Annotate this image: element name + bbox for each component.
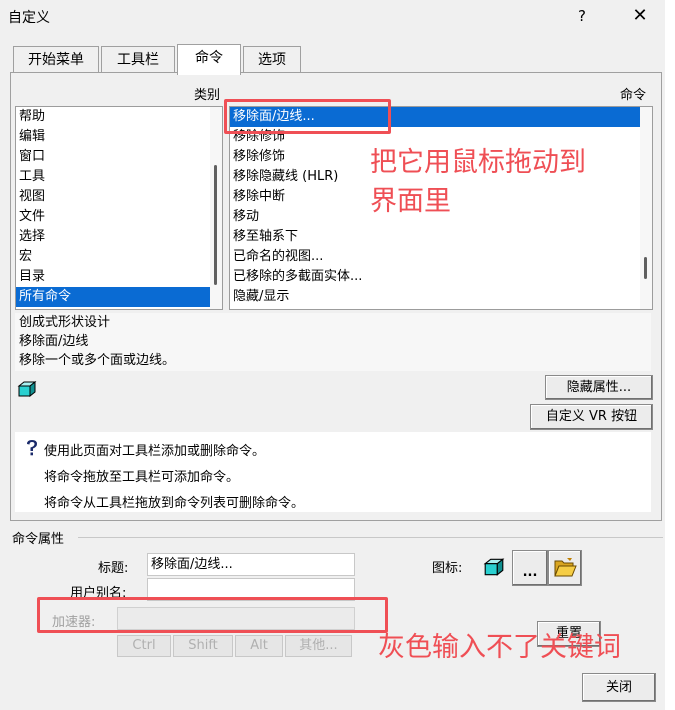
category-item[interactable]: 视图	[16, 187, 222, 207]
annotation-box-accelerator	[37, 597, 388, 633]
tab-start-menu[interactable]: 开始菜单	[13, 46, 99, 73]
command-icon-preview	[483, 558, 505, 576]
command-cube-icon	[17, 381, 37, 397]
annotation-note-drag-line1: 把它用鼠标拖动到	[370, 147, 586, 178]
other-button[interactable]: 其他...	[285, 635, 352, 657]
category-item[interactable]: 选择	[16, 227, 222, 247]
command-item[interactable]: 隐藏/显示	[230, 287, 652, 307]
icon-label: 图标:	[432, 561, 463, 576]
categories-scrollbar[interactable]	[210, 107, 222, 309]
category-item[interactable]: 帮助	[16, 107, 222, 127]
title-field[interactable]: 移除面/边线...	[147, 553, 355, 576]
ctrl-button[interactable]: Ctrl	[117, 635, 171, 657]
question-icon	[27, 440, 37, 456]
icon-browse-button[interactable]: ...	[512, 550, 548, 586]
hide-properties-button[interactable]: 隐藏属性...	[545, 375, 653, 400]
commands-scroll-thumb[interactable]	[644, 257, 647, 279]
window-title: 自定义	[8, 10, 50, 26]
help-button[interactable]: ?	[568, 4, 596, 28]
category-item[interactable]: 编辑	[16, 127, 222, 147]
command-properties-title: 命令属性	[12, 532, 65, 547]
category-item[interactable]: 宏	[16, 247, 222, 267]
description-text: 移除一个或多个面或边线。	[19, 353, 176, 368]
customize-vr-button[interactable]: 自定义 VR 按钮	[530, 404, 653, 430]
category-item[interactable]: 目录	[16, 267, 222, 287]
category-item[interactable]: 文件	[16, 207, 222, 227]
category-item[interactable]: 所有命令	[16, 287, 222, 307]
description-workbench: 创成式形状设计	[19, 315, 111, 330]
command-item[interactable]: 移至轴系下	[230, 227, 652, 247]
command-item[interactable]: 已移除的多截面实体...	[230, 267, 652, 287]
title-label: 标题:	[98, 561, 129, 576]
info-line-1: 使用此页面对工具栏添加或删除命令。	[44, 444, 266, 459]
command-item[interactable]: 已命名的视图...	[230, 247, 652, 267]
close-button[interactable]: 关闭	[582, 673, 656, 702]
commands-scrollbar[interactable]	[640, 107, 652, 309]
categories-scroll-thumb[interactable]	[214, 165, 217, 285]
commands-header: 命令	[620, 88, 647, 103]
annotation-box-command	[224, 99, 391, 134]
tab-options[interactable]: 选项	[243, 46, 301, 73]
category-item[interactable]: 工具	[16, 167, 222, 187]
shift-button[interactable]: Shift	[173, 635, 233, 657]
category-item[interactable]: 窗口	[16, 147, 222, 167]
categories-header: 类别	[194, 88, 221, 103]
folder-open-icon	[554, 558, 577, 577]
section-divider	[78, 537, 663, 538]
description-command-name: 移除面/边线	[19, 334, 89, 349]
tab-commands[interactable]: 命令	[177, 44, 241, 75]
categories-list[interactable]: 帮助 编辑 窗口 工具 视图 文件 选择宏目录 所有命令	[15, 106, 223, 310]
open-folder-button[interactable]	[548, 550, 582, 586]
annotation-note-gray: 灰色输入不了关键词	[378, 632, 621, 663]
alt-button[interactable]: Alt	[235, 635, 283, 657]
annotation-note-drag-line2: 界面里	[370, 186, 451, 217]
command-description: 创成式形状设计 移除面/边线 移除一个或多个面或边线。	[15, 313, 651, 371]
info-box: 使用此页面对工具栏添加或删除命令。 将命令拖放至工具栏可添加命令。 将命令从工具…	[15, 432, 651, 512]
close-icon[interactable]: ✕	[626, 4, 654, 28]
tab-toolbars[interactable]: 工具栏	[101, 46, 175, 73]
info-line-2: 将命令拖放至工具栏可添加命令。	[44, 470, 240, 485]
title-bar: 自定义 ? ✕	[0, 0, 665, 33]
info-line-3: 将命令从工具栏拖放到命令列表可删除命令。	[44, 496, 305, 511]
